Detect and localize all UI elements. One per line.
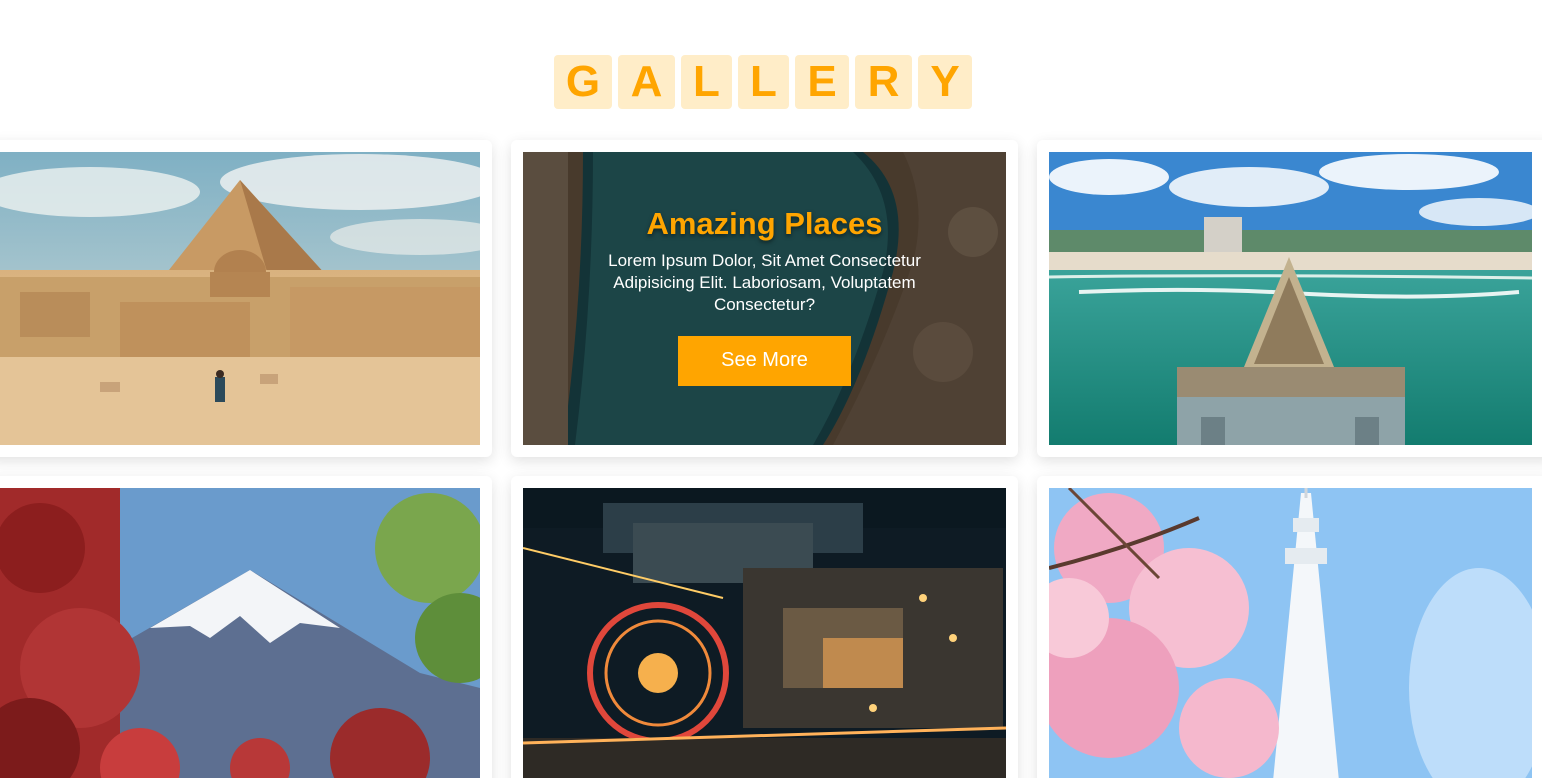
title-letter: L (681, 55, 732, 109)
featured-title: Amazing Places (646, 205, 883, 241)
gallery-card-featured[interactable]: Amazing Places Lorem Ipsum Dolor, Sit Am… (511, 140, 1018, 457)
title-letter: Y (918, 55, 972, 109)
title-letter: A (618, 55, 675, 109)
title-letter: L (738, 55, 789, 109)
gallery-title: G A L L E R Y (554, 55, 972, 109)
night-city-image[interactable] (523, 488, 1006, 778)
featured-description: Lorem Ipsum Dolor, Sit Amet Consectetur … (608, 250, 921, 314)
pyramids-image[interactable] (0, 152, 480, 445)
skytree-image[interactable] (1049, 488, 1532, 778)
gallery-card-skytree[interactable] (1037, 476, 1542, 778)
gallery-card-pier[interactable] (1037, 140, 1542, 457)
pier-image[interactable] (1049, 152, 1532, 445)
see-more-button[interactable]: See More (678, 335, 851, 386)
gallery-card-pyramids[interactable] (0, 140, 492, 457)
gallery-card-fuji[interactable] (0, 476, 492, 778)
aerial-pool-image: Amazing Places Lorem Ipsum Dolor, Sit Am… (523, 152, 1006, 445)
featured-overlay: Amazing Places Lorem Ipsum Dolor, Sit Am… (523, 152, 1006, 445)
gallery-card-night-city[interactable] (511, 476, 1018, 778)
mount-fuji-image[interactable] (0, 488, 480, 778)
title-letter: E (795, 55, 849, 109)
gallery-page: G A L L E R Y Amazing Places Lorem Ipsum… (0, 0, 1542, 778)
title-letter: G (554, 55, 612, 109)
title-letter: R (855, 55, 912, 109)
